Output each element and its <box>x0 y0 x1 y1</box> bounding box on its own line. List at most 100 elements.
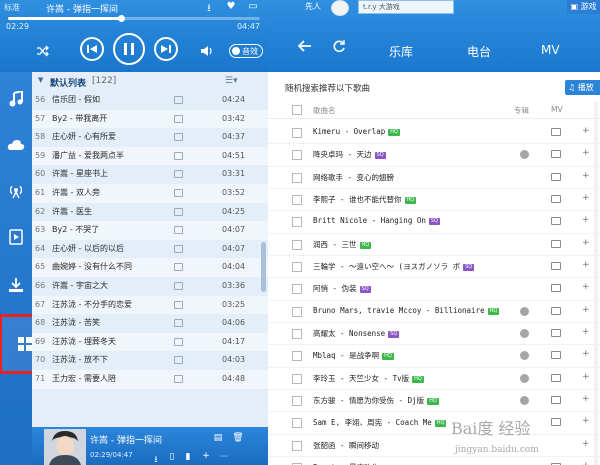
song-title-cell[interactable]: Kimeru - Overlap HQ <box>313 127 400 136</box>
song-row[interactable]: Britt Nicole - Hanging On SQ + <box>268 211 600 234</box>
song-checkbox[interactable] <box>292 440 302 451</box>
mini-mode-icon[interactable]: ▭ <box>246 1 260 12</box>
song-row[interactable]: Bruno Mars, travie Mccoy - Billionaire HQ… <box>268 301 600 324</box>
add-song-icon[interactable]: + <box>582 372 590 382</box>
mv-play-icon[interactable] <box>551 284 561 293</box>
playlist-row[interactable]: 69 汪苏泷 - 埋葬冬天 04:17 <box>32 332 268 352</box>
mv-icon[interactable] <box>174 170 183 179</box>
song-checkbox[interactable] <box>292 418 302 429</box>
song-row[interactable]: 东方骏 - 情愿为你受伤 - Dj版 HQ + <box>268 390 600 413</box>
song-checkbox[interactable] <box>292 195 302 206</box>
refresh-button[interactable] <box>332 40 346 57</box>
add-song-icon[interactable]: + <box>582 349 590 359</box>
mv-icon[interactable] <box>174 374 183 383</box>
mv-icon[interactable] <box>174 188 183 197</box>
song-checkbox[interactable] <box>292 373 302 384</box>
next-button[interactable] <box>154 37 178 61</box>
song-checkbox[interactable] <box>292 128 302 138</box>
playlist-row[interactable]: 63 By2 - 不哭了 04:07 <box>32 221 268 240</box>
add-song-icon[interactable]: + <box>582 327 590 337</box>
add-song-icon[interactable]: + <box>582 305 590 315</box>
add-song-icon[interactable]: + <box>582 148 590 158</box>
song-row[interactable]: Kimeru - Overlap HQ + <box>268 122 600 145</box>
album-icon[interactable] <box>520 373 529 383</box>
tab-music-library[interactable]: 乐库 <box>389 43 413 60</box>
main-scrollbar[interactable] <box>594 102 598 465</box>
song-checkbox[interactable] <box>292 396 302 407</box>
playlist-row[interactable]: 66 许嵩 - 宇宙之大 03:36 <box>32 277 268 296</box>
song-checkbox[interactable] <box>292 329 302 340</box>
song-checkbox[interactable] <box>292 217 302 228</box>
song-title-cell[interactable]: 李熙子 - 谁也不能代替你 HQ <box>313 194 417 205</box>
add-song-icon[interactable]: + <box>582 394 590 404</box>
shuffle-icon[interactable] <box>36 44 50 58</box>
search-input[interactable] <box>358 0 454 14</box>
mini-download-icon[interactable]: ⭳ <box>150 452 162 465</box>
song-title-cell[interactable]: Bruno Mars, travie Mccoy - Billionaire HQ <box>313 306 500 315</box>
song-row[interactable]: 网络歌手 - 变心的翅膀 + <box>268 167 600 190</box>
mv-icon[interactable] <box>174 337 183 346</box>
mv-play-icon[interactable] <box>551 351 561 360</box>
song-row[interactable]: Mblaq - 是战争啊 HQ + <box>268 345 600 368</box>
mini-mv-icon[interactable]: ▯ <box>166 452 178 462</box>
nav-cloud[interactable] <box>0 126 32 164</box>
song-title-cell[interactable]: 高耀太 - Nonsense SQ <box>313 328 400 339</box>
playlist-row[interactable]: 64 庄心妍 - 以后的以后 04:07 <box>32 240 268 259</box>
pause-button[interactable] <box>113 33 145 65</box>
song-title-cell[interactable]: 网络歌手 - 变心的翅膀 <box>313 172 394 183</box>
mini-add-icon[interactable]: + <box>200 451 212 461</box>
song-title-cell[interactable]: Mblaq - 是战争啊 HQ <box>313 350 394 361</box>
game-button[interactable]: ▣ 游戏 <box>567 0 600 14</box>
mv-icon[interactable] <box>174 133 183 142</box>
song-row[interactable]: 三輪学 - ～遠い空へ～ (ヨスガノソラ ボ SQ + <box>268 256 600 279</box>
song-checkbox[interactable] <box>292 150 302 161</box>
mv-play-icon[interactable] <box>551 396 561 405</box>
song-checkbox[interactable] <box>292 262 302 273</box>
song-title-cell[interactable]: 阿悄 - 伪装 SQ <box>313 283 371 294</box>
nav-download[interactable] <box>0 266 32 304</box>
mv-icon[interactable] <box>174 96 183 104</box>
album-art[interactable] <box>44 429 86 465</box>
progress-knob[interactable] <box>118 15 126 22</box>
playlist-row[interactable]: 57 By2 - 带我离开 03:42 <box>32 109 268 129</box>
playlist-row[interactable]: 59 潘广益 - 爱我两点半 04:51 <box>32 146 268 166</box>
song-checkbox[interactable] <box>292 284 302 295</box>
mv-play-icon[interactable] <box>551 373 561 382</box>
select-all-checkbox[interactable] <box>292 105 302 115</box>
mv-icon[interactable] <box>174 114 183 123</box>
prev-button[interactable] <box>80 37 104 61</box>
user-name[interactable]: 先人 <box>305 1 321 12</box>
mode-selector[interactable]: 标准 <box>4 2 20 13</box>
nav-video[interactable] <box>0 218 32 256</box>
play-all-button[interactable]: ♫ 播放 <box>565 80 600 95</box>
playlist-row[interactable]: 67 汪苏泷 - 不分手的恋爱 03:25 <box>32 295 268 315</box>
heart-icon[interactable]: ♥ <box>224 1 238 12</box>
song-title-cell[interactable]: 东方骏 - 情愿为你受伤 - Dj版 HQ <box>313 395 439 406</box>
tab-mv[interactable]: MV <box>541 43 560 57</box>
song-checkbox[interactable] <box>292 306 302 317</box>
progress-bar[interactable] <box>8 15 260 22</box>
mv-icon[interactable] <box>174 207 183 216</box>
album-icon[interactable] <box>520 351 529 361</box>
album-icon[interactable] <box>520 396 529 406</box>
song-row[interactable]: 李熙子 - 谁也不能代替你 HQ + <box>268 189 600 212</box>
add-song-icon[interactable]: + <box>582 282 590 292</box>
song-title-cell[interactable]: 润西 - 三世 HQ <box>313 239 372 250</box>
mv-play-icon[interactable] <box>551 217 561 226</box>
volume-icon[interactable] <box>200 44 214 58</box>
mv-play-icon[interactable] <box>551 195 561 204</box>
delete-icon[interactable]: 🗑 <box>232 433 244 443</box>
mv-icon[interactable] <box>174 151 183 160</box>
song-row[interactable]: 降央卓玛 - 天边 SQ + <box>268 144 600 167</box>
song-title-cell[interactable]: 张韶函 - 瞬间移动 <box>313 440 379 451</box>
song-title-cell[interactable]: Britt Nicole - Hanging On SQ <box>313 216 440 226</box>
playlist-row[interactable]: 65 曲婉婷 - 没有什么不同 04:04 <box>32 258 268 277</box>
download-icon[interactable]: ⭳ <box>202 1 216 18</box>
mv-play-icon[interactable] <box>551 150 561 159</box>
mv-icon[interactable] <box>174 300 183 309</box>
sound-effect-toggle[interactable]: 音效 <box>229 44 263 58</box>
mv-icon[interactable] <box>174 356 183 365</box>
playlist-row[interactable]: 60 许嵩 - 星座书上 03:31 <box>32 165 268 184</box>
add-song-icon[interactable]: + <box>582 193 590 203</box>
mv-icon[interactable] <box>174 319 183 328</box>
